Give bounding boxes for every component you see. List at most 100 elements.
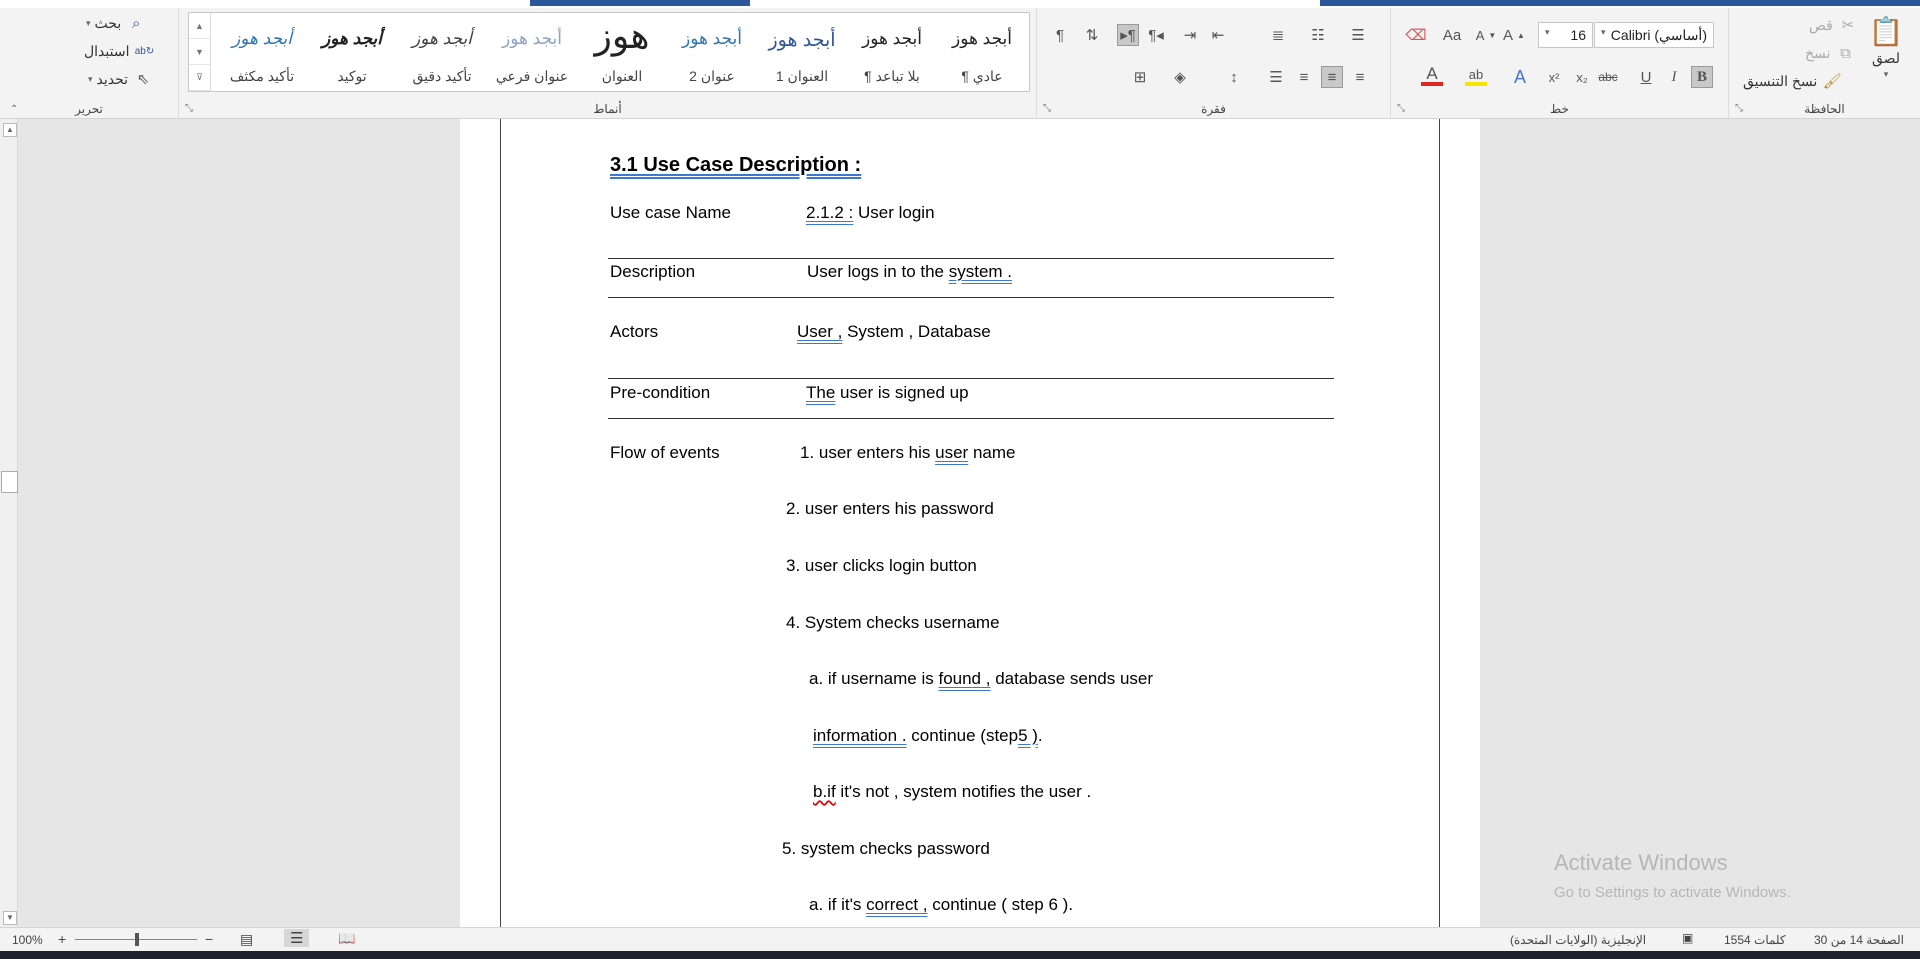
bullets-button[interactable]: ☰ xyxy=(1347,24,1369,46)
align-left-button[interactable]: ≡ xyxy=(1293,66,1315,88)
rtl-button[interactable]: ¶◂ xyxy=(1145,24,1167,46)
print-layout-icon[interactable]: ☰ xyxy=(284,929,310,947)
style-emphasis[interactable]: أبجد هوز توكيد xyxy=(307,13,397,91)
font-color-button[interactable]: A xyxy=(1421,64,1443,86)
gallery-scroll: ▲ ▼ ⊽ xyxy=(189,13,211,91)
taskbar-strip xyxy=(0,951,1920,959)
document-page[interactable]: 3.1 Use Case Description : Use case Name… xyxy=(460,119,1480,927)
style-no-spacing[interactable]: أبجد هوز ¶ بلا تباعد xyxy=(847,13,937,91)
replace-button[interactable]: استبدال ab↻ xyxy=(84,40,155,62)
table-rule xyxy=(608,418,1334,419)
align-right-button[interactable]: ≡ xyxy=(1349,66,1371,88)
italic-button[interactable]: I xyxy=(1663,66,1685,88)
decrease-indent-button[interactable]: ⇤ xyxy=(1207,24,1229,46)
scroll-thumb[interactable] xyxy=(1,471,18,493)
styles-group-label: أنماط xyxy=(593,102,622,116)
shading-button[interactable]: ◈ xyxy=(1169,66,1191,88)
vertical-scrollbar[interactable]: ▲ ▼ xyxy=(0,119,18,927)
line-spacing-button[interactable]: ↕ xyxy=(1223,66,1245,88)
description-text: User logs in to the xyxy=(807,262,945,281)
status-bar: 100% + − ▤ ☰ 📖 الإنجليزية (الولايات المت… xyxy=(0,927,1920,951)
dialog-launcher-icon[interactable]: ⤡ xyxy=(1043,103,1051,114)
scroll-down-icon[interactable]: ▼ xyxy=(3,911,17,925)
font-name-box[interactable]: Calibri (أساسي) xyxy=(1594,22,1714,48)
zoom-in-button[interactable]: + xyxy=(58,931,66,947)
style-intense-emphasis[interactable]: أبجد هوز تأكيد مكثف xyxy=(217,13,307,91)
cut-button[interactable]: قص ✂ xyxy=(1809,14,1859,36)
table-rule xyxy=(608,258,1334,259)
show-marks-button[interactable]: ¶ xyxy=(1049,24,1071,46)
paste-button[interactable]: 📋 لصق ▾ xyxy=(1869,14,1904,80)
zoom-slider-thumb[interactable] xyxy=(135,933,139,946)
style-name: ¶ بلا تباعد xyxy=(864,68,920,84)
zoom-out-button[interactable]: − xyxy=(205,931,213,947)
flow-text: it's not , system notifies the user . xyxy=(840,782,1092,801)
clear-format-button[interactable]: ⌫ xyxy=(1405,24,1427,46)
actors-label: Actors xyxy=(610,322,659,341)
highlight-button[interactable]: ab xyxy=(1465,66,1487,86)
flow-step-4a: a. if username is found , database sends… xyxy=(809,669,1153,689)
flow-of-events-label: Flow of events xyxy=(610,443,720,462)
align-center-button[interactable]: ≡ xyxy=(1321,66,1343,88)
justify-button[interactable]: ☰ xyxy=(1265,66,1287,88)
dialog-launcher-icon[interactable]: ⤡ xyxy=(185,103,193,114)
document-body[interactable]: 3.1 Use Case Description : Use case Name… xyxy=(460,119,1480,927)
style-sample: أبجد هوز xyxy=(411,29,473,48)
cut-label: قص xyxy=(1809,16,1833,33)
grow-font-button[interactable]: A ▲ xyxy=(1503,24,1525,46)
paint-bucket-icon: ◈ xyxy=(1174,69,1186,86)
style-subtitle[interactable]: أبجد هوز عنوان فرعي xyxy=(487,13,577,91)
actors-value: User , System , Database xyxy=(797,322,991,342)
bullets-icon: ☰ xyxy=(1351,27,1365,44)
proofing-icon[interactable]: ▣ xyxy=(1682,931,1693,945)
ltr-paragraph-icon: ▸¶ xyxy=(1120,27,1136,44)
sort-button[interactable]: ⇅ xyxy=(1081,24,1103,46)
style-sample: أبجد هوز xyxy=(768,30,836,51)
clipboard-group: 📋 لصق ▾ قص ✂ نسخ ⧉ نسخ التنسيق 🖌 الحافظة… xyxy=(1728,8,1920,119)
bold-button[interactable]: B xyxy=(1691,66,1713,88)
dialog-launcher-icon[interactable]: ⤡ xyxy=(1397,103,1405,114)
increase-indent-button[interactable]: ⇥ xyxy=(1179,24,1201,46)
copy-icon: ⧉ xyxy=(1840,44,1851,62)
borders-button[interactable]: ⊞ xyxy=(1129,66,1151,88)
chevron-down-icon[interactable]: ▼ xyxy=(189,39,210,65)
strikethrough-button[interactable]: abc xyxy=(1597,66,1619,88)
chevron-up-icon[interactable]: ▲ xyxy=(189,13,210,39)
collapse-ribbon-icon[interactable]: ⌃ xyxy=(10,104,18,115)
multilevel-list-button[interactable]: ≣ xyxy=(1267,24,1289,46)
change-case-button[interactable]: Aa xyxy=(1441,24,1463,46)
read-mode-icon[interactable]: 📖 xyxy=(338,930,355,947)
find-button[interactable]: ▾ بحث ⌕ xyxy=(86,12,147,34)
flow-step-3: 3. user clicks login button xyxy=(786,556,977,575)
style-subtle-emphasis[interactable]: أبجد هوز تأكيد دقيق xyxy=(397,13,487,91)
ltr-button[interactable]: ▸¶ xyxy=(1117,24,1139,46)
copy-button[interactable]: نسخ ⧉ xyxy=(1805,42,1856,64)
shrink-font-button[interactable]: A ▼ xyxy=(1475,24,1497,46)
style-title[interactable]: هوز العنوان xyxy=(577,13,667,91)
multilevel-list-icon: ≣ xyxy=(1271,27,1285,44)
style-heading-2[interactable]: أبجد هوز عنوان 2 xyxy=(667,13,757,91)
actor-user: User , xyxy=(797,322,843,341)
subscript-button[interactable]: x₂ xyxy=(1571,66,1593,88)
word-count[interactable]: 1554 كلمات xyxy=(1724,933,1786,947)
page-indicator[interactable]: الصفحة 14 من 30 xyxy=(1814,933,1904,947)
format-painter-button[interactable]: نسخ التنسيق 🖌 xyxy=(1743,70,1843,92)
select-button[interactable]: ▾ تحديد ⇖ xyxy=(88,68,154,90)
language-indicator[interactable]: الإنجليزية (الولايات المتحدة) xyxy=(1510,933,1646,947)
cursor-arrow-icon: ⇖ xyxy=(136,71,150,88)
style-normal[interactable]: أبجد هوز ¶ عادي xyxy=(937,13,1027,91)
scroll-up-icon[interactable]: ▲ xyxy=(3,123,17,137)
style-name: عنوان 2 xyxy=(689,68,735,84)
style-heading-1[interactable]: أبجد هوز العنوان 1 xyxy=(757,13,847,91)
underline-button[interactable]: U xyxy=(1635,66,1657,88)
styles-gallery: ▲ ▼ ⊽ أبجد هوز ¶ عادي أبجد هوز ¶ بلا تبا… xyxy=(188,12,1030,92)
superscript-button[interactable]: x² xyxy=(1543,66,1565,88)
dialog-launcher-icon[interactable]: ⤡ xyxy=(1735,103,1743,114)
numbering-button[interactable]: ☷ xyxy=(1307,24,1329,46)
zoom-level[interactable]: 100% xyxy=(12,933,43,947)
web-layout-icon[interactable]: ▤ xyxy=(240,931,253,948)
more-styles-icon[interactable]: ⊽ xyxy=(189,65,210,91)
title-strip-accent-left xyxy=(530,0,750,6)
borders-icon: ⊞ xyxy=(1133,69,1147,86)
text-effects-button[interactable]: A xyxy=(1509,66,1531,88)
